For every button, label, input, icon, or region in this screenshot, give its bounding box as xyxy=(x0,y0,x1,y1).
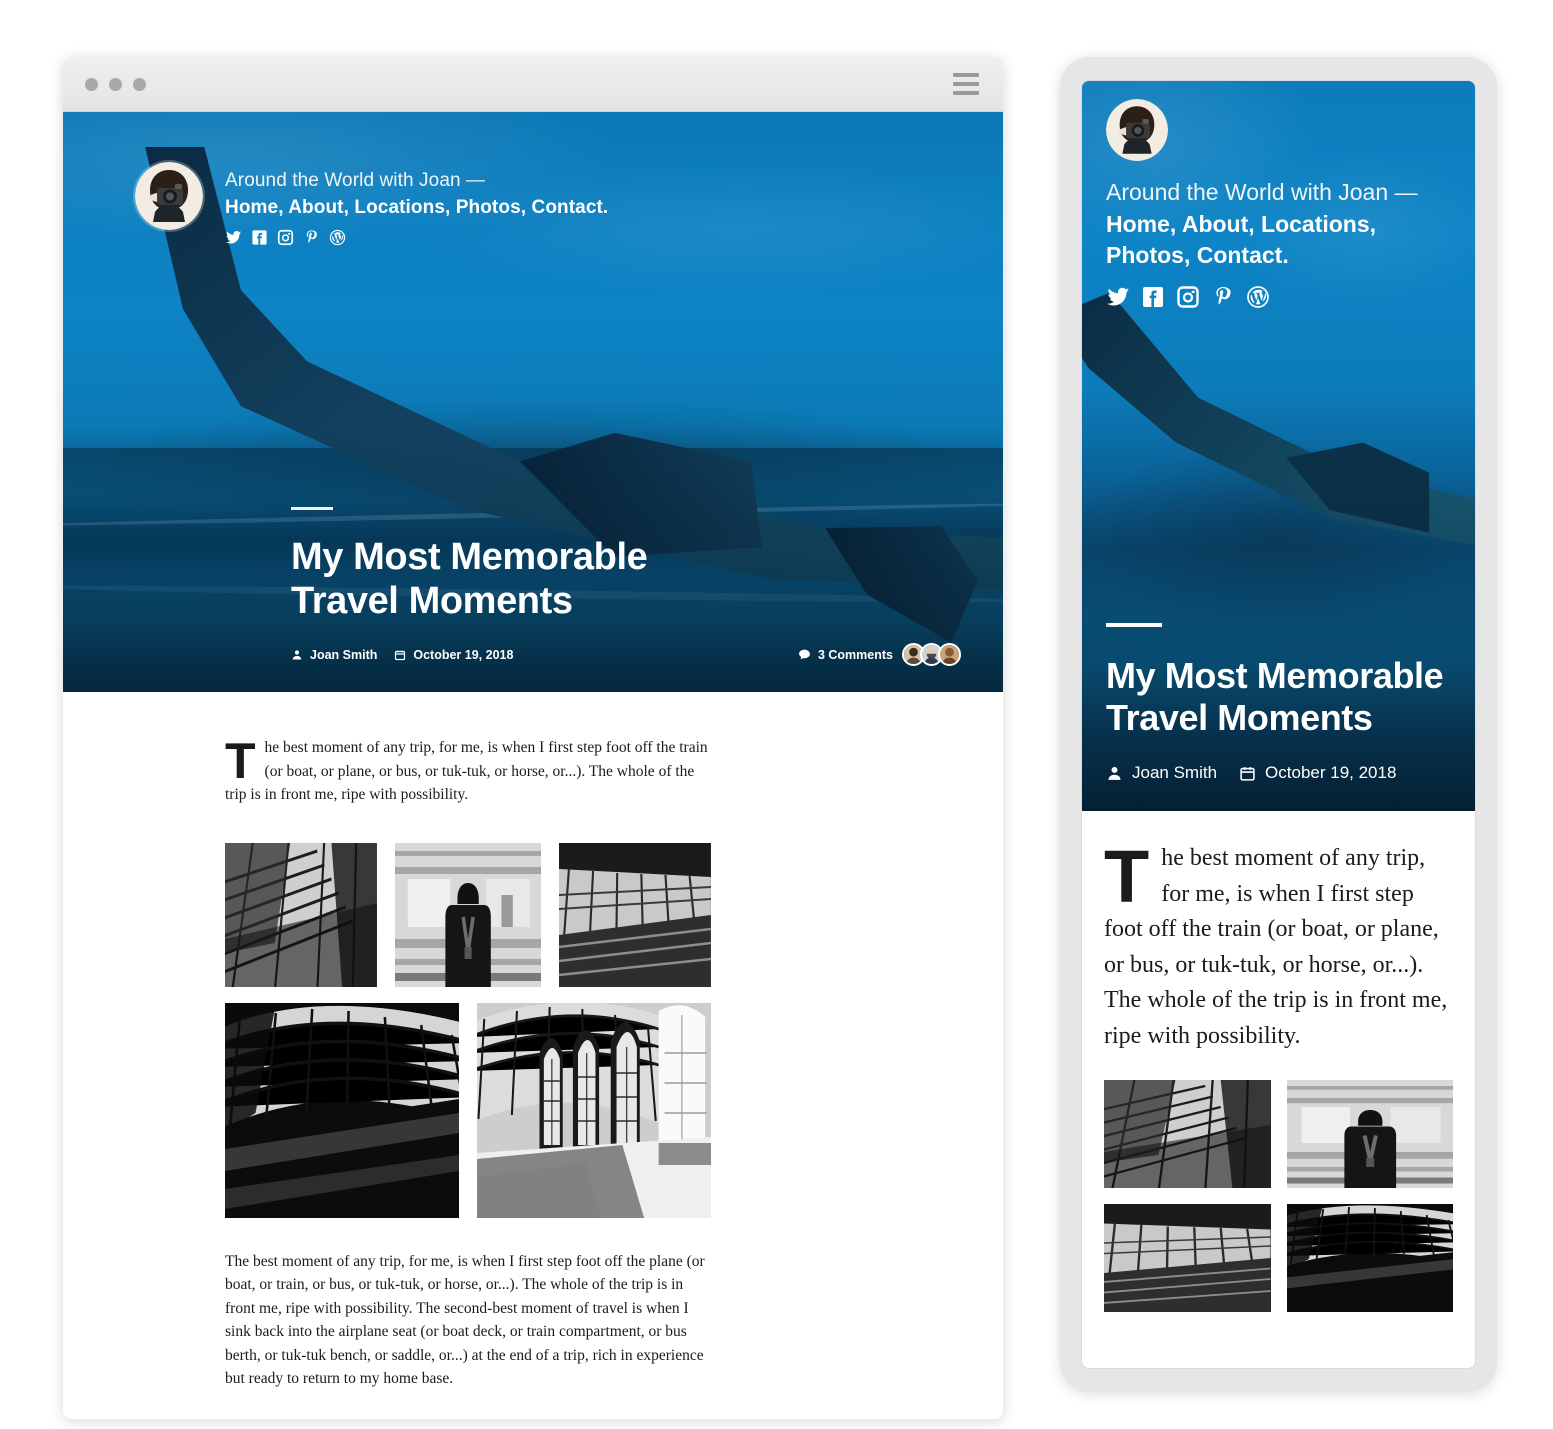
site-nav-line2: Photos, Contact. xyxy=(1106,242,1289,269)
calendar-icon xyxy=(395,650,406,660)
post-meta: Joan Smith October 19, 2018 3 Comments xyxy=(291,643,961,666)
pull-quote: “The end of all our exploring will xyxy=(460,1417,711,1420)
platform-canopy-photo[interactable] xyxy=(1104,1204,1271,1313)
hamburger-bar xyxy=(953,91,979,95)
site-nav-line1: Home, About, Locations, xyxy=(1106,210,1377,237)
site-nav[interactable]: Home, About, Locations, Photos, Contact. xyxy=(1106,209,1455,272)
post-date: October 19, 2018 xyxy=(1265,763,1397,782)
hamburger-bar xyxy=(953,82,979,86)
hamburger-menu-icon[interactable] xyxy=(953,73,979,95)
mobile-device-mockup: Around the World with Joan — Home, About… xyxy=(1060,57,1497,1392)
grand-hall-photo[interactable] xyxy=(477,1002,711,1218)
body-paragraph-3: The best moment of any trip, for me, is … xyxy=(225,1417,424,1419)
author-name: Joan Smith xyxy=(1132,763,1218,782)
post-title-line2: Travel Moments xyxy=(291,579,573,622)
post-title-line2: Travel Moments xyxy=(1106,696,1373,738)
facebook-icon[interactable] xyxy=(1141,285,1165,314)
author-meta[interactable]: Joan Smith xyxy=(1106,763,1217,783)
post-meta: Joan Smith October 19, 2018 xyxy=(1106,763,1451,783)
article-column: The best moment of any trip, for me, is … xyxy=(225,733,711,1420)
mobile-hero-banner: Around the World with Joan — Home, About… xyxy=(1082,81,1475,811)
vaulted-hall-photo[interactable] xyxy=(1286,1204,1453,1313)
commenter-avatar[interactable] xyxy=(938,643,961,666)
date-meta: October 19, 2018 xyxy=(394,648,513,662)
instagram-icon[interactable] xyxy=(277,229,294,246)
mobile-screen: Around the World with Joan — Home, About… xyxy=(1082,81,1475,1368)
title-rule xyxy=(291,506,333,510)
hero-banner: Around the World with Joan — Home, About… xyxy=(63,112,1003,692)
post-meta-left: Joan Smith October 19, 2018 xyxy=(291,648,513,662)
commenter-avatars[interactable] xyxy=(902,643,961,666)
mockup-stage: Around the World with Joan — Home, About… xyxy=(0,0,1553,1429)
intro-paragraph: The best moment of any trip, for me, is … xyxy=(1104,835,1448,1049)
intro-paragraph: The best moment of any trip, for me, is … xyxy=(225,733,708,804)
photo-gallery xyxy=(1104,1080,1453,1313)
post-title-line1: My Most Memorable xyxy=(1106,654,1444,696)
minimize-button[interactable] xyxy=(109,77,122,91)
gallery-row xyxy=(225,1002,711,1218)
site-header: Around the World with Joan — Home, About… xyxy=(135,162,608,246)
page-title: My Most Memorable Travel Moments xyxy=(1106,655,1451,739)
pinterest-icon[interactable] xyxy=(1211,285,1235,314)
facebook-icon[interactable] xyxy=(251,229,268,246)
mobile-hero-footer: My Most Memorable Travel Moments Joan Sm… xyxy=(1106,622,1451,783)
maximize-button[interactable] xyxy=(133,77,146,91)
desktop-browser-mockup: Around the World with Joan — Home, About… xyxy=(63,57,1003,1419)
station-roof-photo[interactable] xyxy=(225,842,377,987)
page-title: My Most Memorable Travel Moments xyxy=(291,535,851,623)
person-icon xyxy=(1108,766,1121,780)
close-button[interactable] xyxy=(85,77,98,91)
browser-titlebar xyxy=(63,57,1003,112)
avatar[interactable] xyxy=(135,162,203,230)
author-meta[interactable]: Joan Smith xyxy=(291,648,377,662)
mobile-site-header: Around the World with Joan — Home, About… xyxy=(1106,99,1455,314)
date-meta: October 19, 2018 xyxy=(1239,763,1396,783)
site-nav[interactable]: Home, About, Locations, Photos, Contact. xyxy=(225,195,608,221)
title-rule xyxy=(1106,622,1162,627)
window-controls[interactable] xyxy=(85,77,146,91)
avatar[interactable] xyxy=(1106,99,1168,161)
article-body: The best moment of any trip, for me, is … xyxy=(63,692,1003,1419)
site-branding: Around the World with Joan — Home, About… xyxy=(225,162,608,246)
commuter-blur-photo[interactable] xyxy=(394,842,542,987)
instagram-icon[interactable] xyxy=(1176,285,1200,314)
twitter-icon[interactable] xyxy=(225,229,242,246)
social-links[interactable] xyxy=(225,229,608,246)
calendar-icon xyxy=(1240,766,1255,781)
author-name: Joan Smith xyxy=(310,647,378,662)
site-name: Around the World with Joan — xyxy=(225,170,486,191)
vaulted-hall-photo[interactable] xyxy=(225,1002,459,1218)
social-links[interactable] xyxy=(1106,285,1455,314)
twitter-icon[interactable] xyxy=(1106,285,1130,314)
site-name: Around the World with Joan — xyxy=(1106,179,1418,205)
left-column: The best moment of any trip, for me, is … xyxy=(225,1417,424,1419)
station-roof-photo[interactable] xyxy=(1104,1080,1271,1189)
two-column-section: The best moment of any trip, for me, is … xyxy=(225,1417,711,1420)
right-column: “The end of all our exploring will xyxy=(460,1417,711,1420)
post-title-line1: My Most Memorable xyxy=(291,535,648,578)
commuter-blur-photo[interactable] xyxy=(1286,1080,1453,1189)
wordpress-icon[interactable] xyxy=(329,229,346,246)
post-meta-right[interactable]: 3 Comments xyxy=(798,643,961,666)
comment-bubble-icon xyxy=(799,649,810,660)
mobile-article-body: The best moment of any trip, for me, is … xyxy=(1082,811,1475,1313)
photo-gallery xyxy=(225,842,711,1218)
comments-count: 3 Comments xyxy=(817,647,893,662)
comments-meta[interactable]: 3 Comments xyxy=(798,648,893,662)
hero-footer: My Most Memorable Travel Moments Joan Sm… xyxy=(291,506,961,666)
person-icon xyxy=(292,649,302,659)
wordpress-icon[interactable] xyxy=(1246,285,1270,314)
platform-canopy-photo[interactable] xyxy=(559,842,711,987)
gallery-row xyxy=(225,842,711,987)
post-date: October 19, 2018 xyxy=(413,647,514,662)
body-paragraph-2: The best moment of any trip, for me, is … xyxy=(225,1252,705,1388)
hamburger-bar xyxy=(953,73,979,77)
pinterest-icon[interactable] xyxy=(303,229,320,246)
